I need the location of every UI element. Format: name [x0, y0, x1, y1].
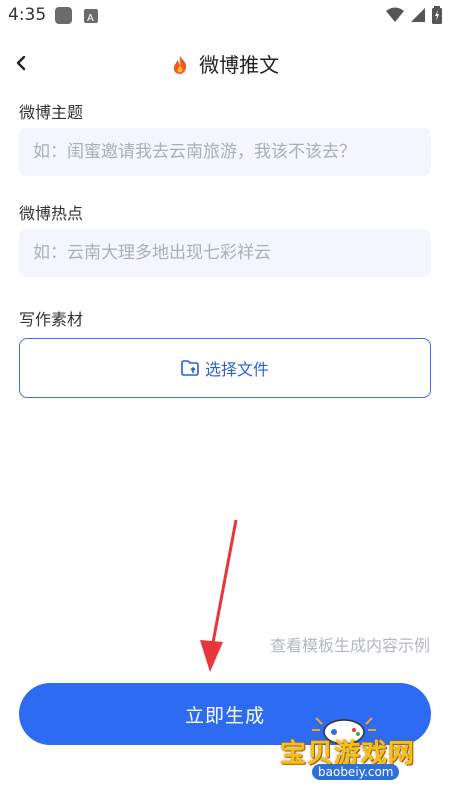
template-example-link[interactable]: 查看模板生成内容示例: [270, 632, 430, 656]
watermark-url: baobeiy.com: [312, 764, 400, 780]
annotation-arrow: [200, 519, 238, 672]
